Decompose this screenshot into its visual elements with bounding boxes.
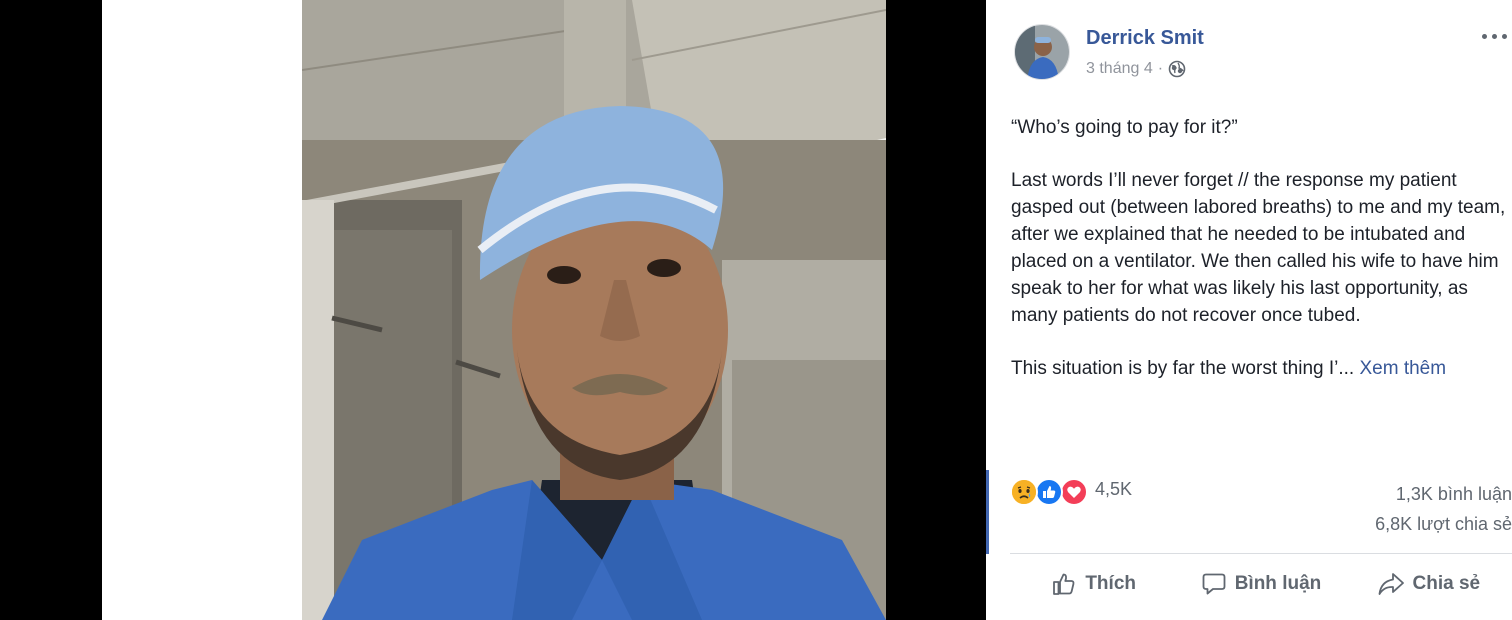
post-meta: 3 tháng 4 · bbox=[1086, 60, 1186, 78]
share-button[interactable]: Chia sẻ bbox=[1345, 554, 1512, 614]
author-avatar[interactable] bbox=[1014, 24, 1070, 80]
author-name-link[interactable]: Derrick Smit bbox=[1086, 27, 1204, 50]
comment-button-label: Bình luận bbox=[1234, 573, 1322, 594]
share-count-link[interactable]: 6,8K lượt chia sẻ bbox=[1375, 514, 1512, 535]
thumbs-up-icon bbox=[1051, 571, 1077, 597]
post-sidebar: Derrick Smit 3 tháng 4 · “Who’s going to… bbox=[986, 0, 1512, 620]
like-reaction-icon bbox=[1035, 478, 1063, 506]
comment-bubble-icon bbox=[1201, 571, 1227, 597]
meta-separator: · bbox=[1157, 60, 1164, 77]
photo-viewer bbox=[0, 0, 986, 620]
comment-count-link[interactable]: 1,3K bình luận bbox=[1396, 484, 1512, 505]
comment-button[interactable]: Bình luận bbox=[1177, 554, 1344, 614]
post-paragraph-quote: “Who’s going to pay for it?” bbox=[1011, 117, 1238, 138]
post-date[interactable]: 3 tháng 4 bbox=[1086, 60, 1153, 78]
reactions-summary[interactable]: 4,5K bbox=[1010, 478, 1132, 506]
post-photo[interactable] bbox=[302, 0, 886, 620]
share-button-label: Chia sẻ bbox=[1412, 573, 1481, 594]
share-arrow-icon bbox=[1377, 571, 1405, 597]
like-button[interactable]: Thích bbox=[1010, 554, 1177, 614]
truncated-text: This situation is by far the worst thing… bbox=[1011, 358, 1355, 379]
post-text: “Who’s going to pay for it?” Last words … bbox=[1011, 114, 1511, 408]
action-bar: Thích Bình luận Chia sẻ bbox=[1010, 554, 1512, 614]
see-more-link[interactable]: Xem thêm bbox=[1359, 358, 1446, 379]
post-paragraph-truncated: This situation is by far the worst thing… bbox=[1011, 355, 1511, 382]
more-options-icon[interactable] bbox=[1480, 26, 1510, 46]
post-paragraph-body: Last words I’ll never forget // the resp… bbox=[1011, 170, 1506, 326]
avatar-image bbox=[1015, 25, 1069, 79]
photo-frame bbox=[102, 0, 886, 620]
reaction-count[interactable]: 4,5K bbox=[1095, 479, 1132, 500]
focus-accent-bar bbox=[986, 470, 989, 554]
love-reaction-icon bbox=[1060, 478, 1088, 506]
selfie-photo-illustration bbox=[302, 0, 886, 620]
sad-reaction-icon bbox=[1010, 478, 1038, 506]
globe-icon bbox=[1168, 60, 1186, 78]
like-button-label: Thích bbox=[1085, 573, 1136, 594]
